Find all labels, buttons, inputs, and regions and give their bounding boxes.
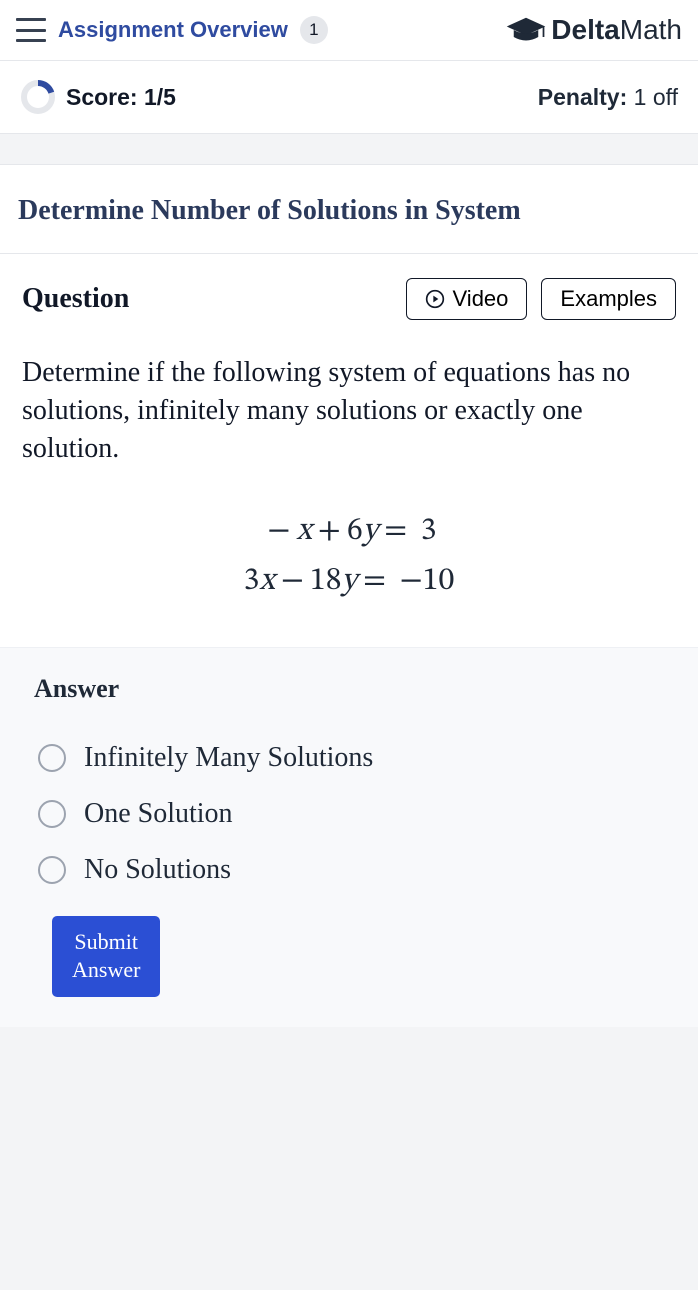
choice-label: Infinitely Many Solutions xyxy=(84,742,373,774)
graduation-cap-icon xyxy=(505,15,547,45)
radio-icon xyxy=(38,800,66,828)
radio-icon xyxy=(38,856,66,884)
penalty-label: Penalty: xyxy=(538,84,627,110)
choice-one-solution[interactable]: One Solution xyxy=(38,786,676,842)
penalty-value: 1 off xyxy=(634,84,678,110)
equation-1: −x+6y= 3 xyxy=(22,507,676,557)
deltamath-logo[interactable]: DeltaMath xyxy=(505,14,682,46)
examples-button-label: Examples xyxy=(560,286,657,312)
submit-answer-button[interactable]: SubmitAnswer xyxy=(52,916,160,997)
score-value: 1/5 xyxy=(144,84,176,110)
answer-section: Answer Infinitely Many Solutions One Sol… xyxy=(0,647,698,1027)
choice-no-solutions[interactable]: No Solutions xyxy=(38,842,676,898)
submit-label: SubmitAnswer xyxy=(72,929,140,983)
video-button-label: Video xyxy=(453,286,509,312)
progress-ring-icon xyxy=(20,79,56,115)
play-circle-icon xyxy=(425,289,445,309)
app-header: Assignment Overview 1 DeltaMath xyxy=(0,0,698,61)
logo-text-light: Math xyxy=(620,14,682,45)
radio-icon xyxy=(38,744,66,772)
answer-heading: Answer xyxy=(34,674,676,704)
question-heading: Question xyxy=(22,283,392,315)
choice-infinitely-many[interactable]: Infinitely Many Solutions xyxy=(38,730,676,786)
equation-system: −x+6y= 3 3x−18y= −10 xyxy=(0,477,698,646)
problem-title: Determine Number of Solutions in System xyxy=(0,165,698,254)
assignment-overview-link[interactable]: Assignment Overview xyxy=(58,17,288,43)
score-label: Score: xyxy=(66,84,138,110)
examples-button[interactable]: Examples xyxy=(541,278,676,320)
video-button[interactable]: Video xyxy=(406,278,528,320)
choice-label: One Solution xyxy=(84,798,233,830)
choice-label: No Solutions xyxy=(84,854,231,886)
score-bar: Score: 1/5 Penalty: 1 off xyxy=(0,61,698,134)
problem-card: Determine Number of Solutions in System … xyxy=(0,164,698,1027)
assignment-count-badge: 1 xyxy=(300,16,328,44)
logo-text-bold: Delta xyxy=(551,14,619,45)
question-prompt: Determine if the following system of equ… xyxy=(0,330,698,477)
question-header-row: Question Video Examples xyxy=(0,254,698,330)
penalty-text: Penalty: 1 off xyxy=(538,84,678,111)
equation-2: 3x−18y= −10 xyxy=(22,557,676,607)
menu-icon[interactable] xyxy=(16,18,46,42)
